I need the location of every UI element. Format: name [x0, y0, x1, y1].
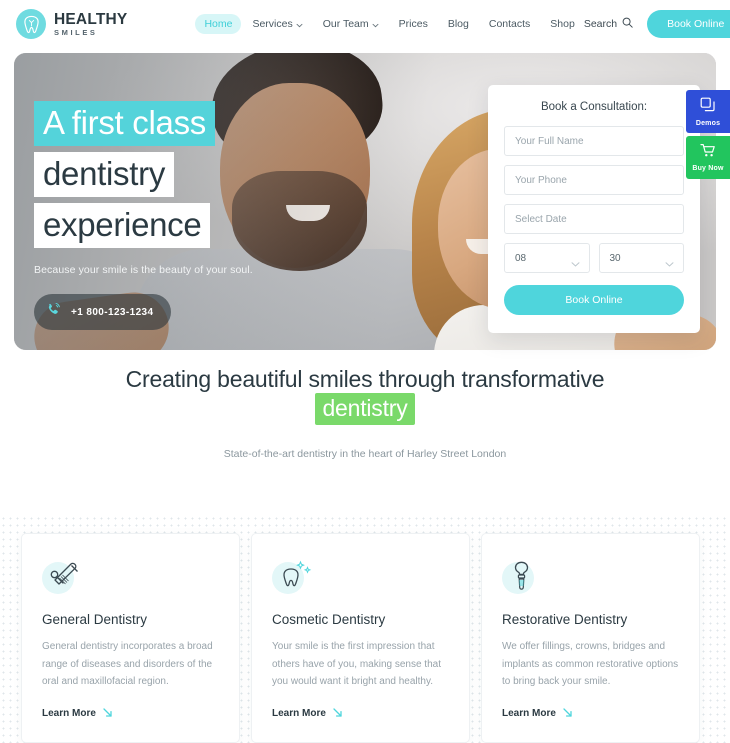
nav-label: Home — [204, 18, 233, 30]
dental-implant-icon — [506, 556, 548, 601]
section-heading-part-2: transformative — [461, 366, 605, 392]
site-header: HEALTHY SMILES Home Services Our Team Pr… — [0, 0, 730, 48]
section-subtitle: State-of-the-art dentistry in the heart … — [223, 447, 507, 460]
brand-title: HEALTHY — [54, 10, 128, 28]
arrow-down-right-icon — [562, 707, 573, 721]
section-heading: Creating beautiful smiles through transf… — [0, 365, 730, 426]
nav-item-shop[interactable]: Shop — [541, 14, 584, 34]
learn-more-label: Learn More — [502, 708, 556, 719]
hero-headline-line-1: A first class — [34, 101, 215, 146]
arrow-down-right-icon — [102, 707, 113, 721]
brand-subtitle: SMILES — [54, 28, 98, 37]
phone-ring-icon — [46, 302, 61, 322]
layers-icon — [700, 97, 716, 118]
arrow-down-right-icon — [332, 707, 343, 721]
service-card-list: General Dentistry General dentistry inco… — [21, 533, 700, 743]
card-icon — [272, 556, 318, 602]
learn-more-link[interactable]: Learn More — [42, 707, 113, 721]
book-online-header-button[interactable]: Book Online — [647, 10, 730, 38]
service-card-title: Restorative Dentistry — [502, 612, 628, 627]
search-label: Search — [583, 18, 618, 30]
nav-item-contacts[interactable]: Contacts — [480, 14, 539, 34]
nav-item-home[interactable]: Home — [195, 14, 242, 34]
hero-headline-line-3: experience — [34, 203, 211, 248]
nav-item-services[interactable]: Services — [243, 14, 311, 34]
hero-phone-button[interactable]: +1 800-123-1234 — [34, 294, 172, 330]
service-card[interactable]: Restorative Dentistry We offer fillings,… — [481, 533, 700, 743]
tooth-icon — [16, 9, 46, 39]
nav-item-blog[interactable]: Blog — [439, 14, 478, 34]
hour-select[interactable]: 08 — [504, 243, 590, 273]
chevron-down-icon — [296, 20, 303, 27]
booking-form: Book a Consultation: 08 30 Book Online — [488, 85, 700, 333]
page-root: HEALTHY SMILES Home Services Our Team Pr… — [0, 0, 730, 743]
card-icon — [42, 556, 88, 602]
learn-more-label: Learn More — [42, 708, 96, 719]
sparkling-tooth-icon — [276, 556, 318, 601]
buy-now-tab[interactable]: Buy Now — [686, 136, 730, 179]
learn-more-label: Learn More — [272, 708, 326, 719]
demos-tab[interactable]: Demos — [686, 90, 730, 133]
brand-logo[interactable]: HEALTHY SMILES — [16, 9, 127, 39]
date-input[interactable] — [504, 204, 684, 234]
nav-label: Contacts — [488, 18, 531, 30]
services-section: General Dentistry General dentistry inco… — [0, 515, 730, 743]
time-selectors: 08 30 — [504, 243, 684, 273]
brand-text: HEALTHY SMILES — [54, 10, 128, 37]
booking-form-title: Book a Consultation: — [540, 101, 648, 113]
service-card-description: General dentistry incorporates a broad r… — [42, 641, 213, 687]
booking-submit-button[interactable]: Book Online — [504, 285, 684, 315]
nav-item-prices[interactable]: Prices — [390, 14, 437, 34]
hero-headline-line-2: dentistry — [34, 152, 175, 197]
dental-tools-icon — [46, 556, 88, 601]
buy-now-tab-label: Buy Now — [692, 165, 724, 172]
service-card-description: Your smile is the first impression that … — [272, 641, 441, 687]
service-card[interactable]: General Dentistry General dentistry inco… — [21, 533, 240, 743]
minute-value: 30 — [609, 252, 621, 264]
learn-more-link[interactable]: Learn More — [272, 707, 343, 721]
service-card-title: Cosmetic Dentistry — [272, 612, 386, 627]
full-name-input[interactable] — [504, 126, 684, 156]
nav-item-our-team[interactable]: Our Team — [314, 14, 388, 34]
nav-label: Our Team — [322, 18, 369, 30]
chevron-down-icon — [372, 20, 379, 27]
section-heading-highlight: dentistry — [315, 393, 415, 426]
service-card-description: We offer fillings, crowns, bridges and i… — [502, 641, 679, 687]
search-toggle[interactable]: Search — [584, 17, 633, 31]
service-card-title: General Dentistry — [42, 612, 148, 627]
card-icon — [502, 556, 548, 602]
phone-input[interactable] — [504, 165, 684, 195]
search-icon — [622, 17, 633, 31]
cart-icon — [700, 143, 716, 163]
hero-phone-number: +1 800-123-1234 — [71, 306, 154, 318]
nav-label: Shop — [550, 18, 575, 30]
nav-label: Blog — [447, 18, 469, 30]
hero-copy: A first class dentistry experience Becau… — [34, 101, 253, 330]
intro-section: Creating beautiful smiles through transf… — [0, 365, 730, 460]
hero-subtitle: Because your smile is the beauty of your… — [34, 264, 253, 276]
hour-value: 08 — [515, 252, 527, 264]
nav-label: Services — [252, 18, 293, 30]
nav-label: Prices — [398, 18, 428, 30]
header-actions: Search Book Online — [584, 10, 730, 38]
demos-tab-label: Demos — [695, 119, 721, 127]
main-navigation: Home Services Our Team Prices Blog Conta… — [195, 14, 583, 34]
chevron-down-icon — [665, 255, 674, 273]
learn-more-link[interactable]: Learn More — [502, 707, 573, 721]
floating-side-tabs: Demos Buy Now — [686, 90, 730, 179]
chevron-down-icon — [571, 255, 580, 273]
minute-select[interactable]: 30 — [598, 243, 684, 273]
service-card[interactable]: Cosmetic Dentistry Your smile is the fir… — [251, 533, 470, 743]
section-heading-part-1: Creating beautiful smiles through — [125, 366, 456, 392]
